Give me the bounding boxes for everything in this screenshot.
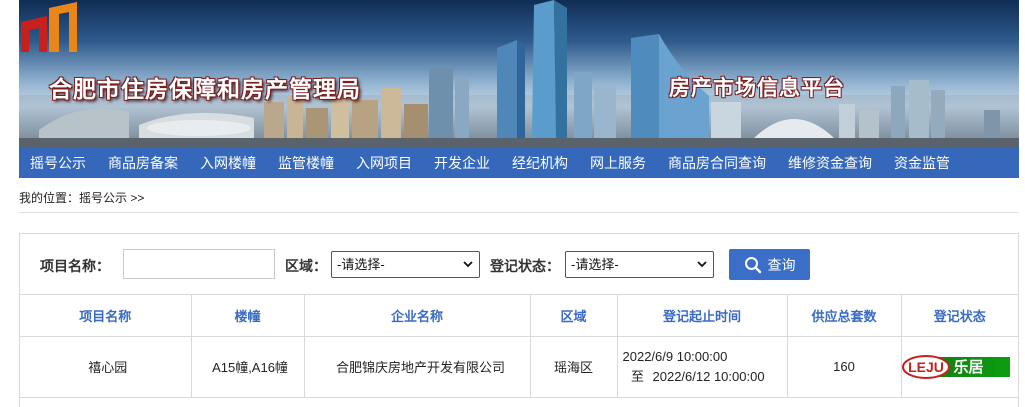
nav-item-developers[interactable]: 开发企业 <box>423 148 501 178</box>
lottery-table: 项目名称 楼幢 企业名称 区域 登记起止时间 供应总套数 登记状态 禧心园 A1… <box>20 295 1018 398</box>
region-cell: 瑶海区 <box>530 336 618 398</box>
col-header-region: 区域 <box>530 295 618 337</box>
main-nav: 摇号公示 商品房备案 入网楼幢 监管楼幢 入网项目 开发企业 经纪机构 网上服务… <box>19 148 1019 178</box>
svg-text:LEJU: LEJU <box>908 359 944 375</box>
nav-item-contract-query[interactable]: 商品房合同查询 <box>657 148 777 178</box>
period-end: 2022/6/12 10:00:00 <box>652 368 765 384</box>
platform-title: 房产市场信息平台 <box>669 77 845 100</box>
nav-item-supervised-buildings[interactable]: 监管楼幢 <box>267 148 345 178</box>
status-cell: LEJU 乐居 <box>901 336 1018 398</box>
period-start: 2022/6/9 10:00:00 <box>622 348 728 364</box>
chevron-down-icon <box>697 261 707 268</box>
region-select[interactable]: -请选择- <box>331 251 480 278</box>
buildings-cell: A15幢,A16幢 <box>191 336 305 398</box>
search-button-label: 查询 <box>767 256 796 273</box>
nav-item-maintenance-fund[interactable]: 维修资金查询 <box>777 148 883 178</box>
nav-item-networked-buildings[interactable]: 入网楼幢 <box>189 148 267 178</box>
chevron-down-icon <box>463 261 473 268</box>
region-label: 区域： <box>285 258 327 274</box>
col-header-status: 登记状态 <box>901 295 1018 337</box>
region-select-value: -请选择- <box>337 257 385 272</box>
search-icon <box>744 256 761 273</box>
table-header-row: 项目名称 楼幢 企业名称 区域 登记起止时间 供应总套数 登记状态 <box>20 295 1018 337</box>
period-end-prefix: 至 <box>630 368 644 384</box>
project-name-label: 项目名称： <box>40 258 110 274</box>
company-cell: 合肥锦庆房地产开发有限公司 <box>304 336 531 398</box>
status-select-value: -请选择- <box>571 257 619 272</box>
lejiu-badge[interactable]: LEJU 乐居 <box>901 354 1012 379</box>
breadcrumb: 我的位置：摇号公示 >> <box>19 191 145 205</box>
filter-bar: 项目名称： 区域： -请选择- 登记状态： -请选择- 查询 <box>20 234 1018 295</box>
site-title: 合肥市住房保障和房产管理局 <box>49 76 361 102</box>
total-cell: 160 <box>787 336 902 398</box>
nav-item-commercial-filing[interactable]: 商品房备案 <box>97 148 189 178</box>
period-cell: 2022/6/9 10:00:00 至 2022/6/12 10:00:00 <box>617 336 788 398</box>
search-button[interactable]: 查询 <box>729 249 810 280</box>
nav-item-lottery-notice[interactable]: 摇号公示 <box>19 148 97 178</box>
lejiu-logo-icon: LEJU <box>901 354 950 379</box>
col-header-project: 项目名称 <box>20 295 192 337</box>
lottery-panel: 项目名称： 区域： -请选择- 登记状态： -请选择- 查询 项目名称 楼幢 企… <box>19 233 1019 407</box>
table-row: 禧心园 A15幢,A16幢 合肥锦庆房地产开发有限公司 瑶海区 2022/6/9… <box>20 336 1018 398</box>
breadcrumb-divider <box>19 212 1019 213</box>
status-label: 登记状态： <box>490 258 560 274</box>
nav-item-fund-supervision[interactable]: 资金监管 <box>883 148 961 178</box>
project-link[interactable]: 禧心园 <box>20 336 192 398</box>
period-end-line: 至 2022/6/12 10:00:00 <box>623 367 787 387</box>
project-name-input[interactable] <box>123 249 275 279</box>
lejiu-badge-text: 乐居 <box>953 358 984 376</box>
col-header-buildings: 楼幢 <box>191 295 305 337</box>
col-header-total: 供应总套数 <box>787 295 902 337</box>
nav-item-online-service[interactable]: 网上服务 <box>579 148 657 178</box>
bureau-logo-icon <box>21 2 77 52</box>
col-header-period: 登记起止时间 <box>617 295 788 337</box>
status-select[interactable]: -请选择- <box>565 251 714 278</box>
nav-item-networked-projects[interactable]: 入网项目 <box>345 148 423 178</box>
nav-item-agencies[interactable]: 经纪机构 <box>501 148 579 178</box>
header-banner: 合肥市住房保障和房产管理局 房产市场信息平台 <box>19 0 1019 148</box>
col-header-company: 企业名称 <box>304 295 531 337</box>
